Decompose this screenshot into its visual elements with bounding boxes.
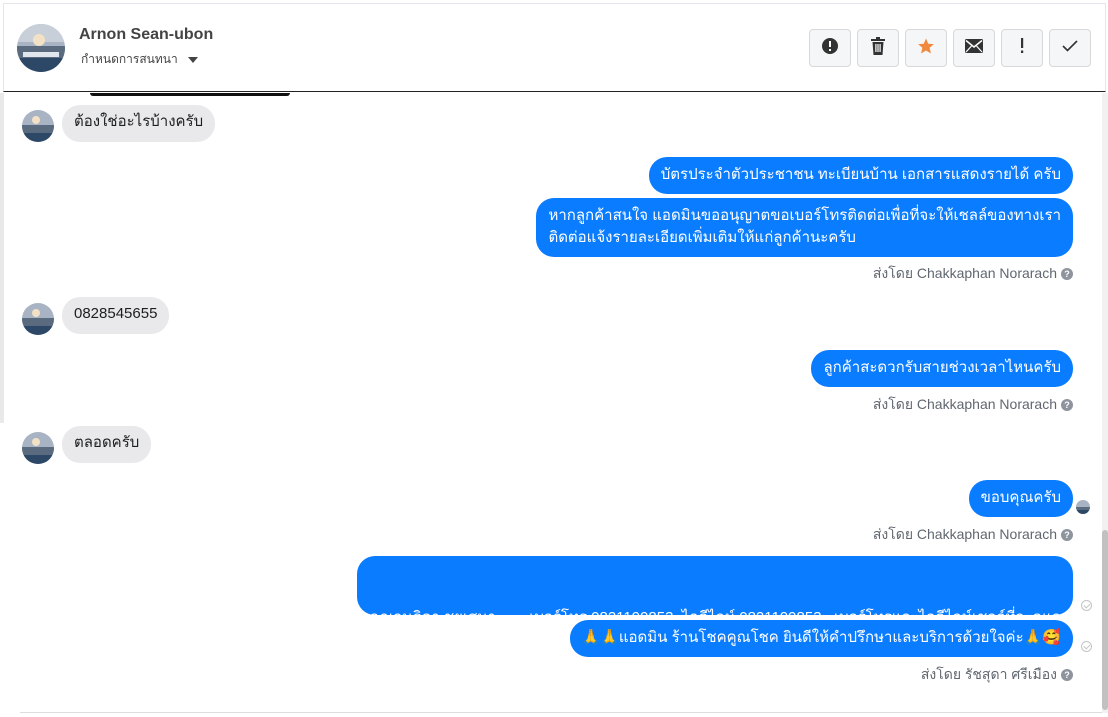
sent-by-text: ส่งโดย Chakkaphan Norarach [872, 265, 1057, 281]
delete-button[interactable] [857, 29, 899, 67]
star-icon [917, 37, 935, 60]
mark-unread-button[interactable] [953, 29, 995, 67]
incoming-message[interactable]: ต้องใช่อะไรบ้างครับ [62, 105, 216, 142]
incoming-message[interactable]: 0828545655 [62, 297, 170, 334]
sent-by-label: ส่งโดย รัชสุดา ศรีเมือง ? [921, 664, 1073, 686]
contact-name[interactable]: Arnon Sean-ubon [79, 26, 213, 44]
envelope-icon [965, 38, 983, 58]
conversation-schedule-dropdown[interactable]: กำหนดการสนทนา [81, 50, 198, 69]
alert-circle-icon [821, 37, 839, 60]
sent-by-label: ส่งโดย Chakkaphan Norarach ? [873, 263, 1073, 285]
outgoing-message[interactable]: ลูกค้าสะดวกรับสายช่วงเวลาไหนครับ [811, 350, 1073, 387]
composer-divider [20, 712, 1102, 713]
message-line: ติดต่อแจ้งรายละเอียดเพิ่มเติมให้แก่ลูกค้… [548, 229, 856, 246]
schedule-label: กำหนดการสนทนา [81, 52, 178, 66]
help-icon[interactable]: ? [1061, 268, 1073, 280]
sender-avatar[interactable] [22, 303, 54, 335]
exclamation-icon [1019, 37, 1025, 59]
outgoing-message[interactable]: ขอบคุณครับ [968, 480, 1073, 517]
delivered-check-icon [1081, 600, 1092, 611]
contact-avatar[interactable] [17, 24, 65, 72]
left-panel-edge [0, 93, 4, 423]
help-icon[interactable]: ? [1061, 669, 1073, 681]
conversation-header: Arnon Sean-ubon กำหนดการสนทนา [3, 3, 1106, 92]
message-line: หากลูกค้าสนใจ แอดมินขออนุญาตขอเบอร์โทรติ… [548, 207, 1061, 224]
mark-spam-button[interactable] [809, 29, 851, 67]
mark-done-button[interactable] [1049, 29, 1091, 67]
outgoing-message[interactable]: หากลูกค้าสนใจ แอดมินขออนุญาตขอเบอร์โทรติ… [536, 198, 1073, 257]
loaded-edge-indicator [90, 93, 290, 96]
sender-avatar[interactable] [22, 432, 54, 464]
check-icon [1062, 39, 1078, 57]
sent-by-text: ส่งโดย Chakkaphan Norarach [872, 396, 1057, 412]
sender-avatar[interactable] [22, 110, 54, 142]
action-toolbar [809, 29, 1091, 67]
sent-by-text: ส่งโดย Chakkaphan Norarach [872, 526, 1057, 542]
trash-icon [870, 36, 886, 60]
sent-by-text: ส่งโดย รัชสุดา ศรีเมือง [920, 666, 1057, 682]
delivered-check-icon [1081, 641, 1092, 652]
outgoing-message[interactable]: บัตรประจำตัวประชาชน ทะเบียนบ้าน เอกสารแส… [648, 157, 1073, 194]
outgoing-message[interactable]: คุณอนุธิดา ชุยเสนา เบอร์โทร 0821199853 ไ… [357, 556, 1073, 692]
follow-up-button[interactable] [1001, 29, 1043, 67]
incoming-message[interactable]: ตลอดครับ [62, 426, 152, 463]
outgoing-message[interactable]: 🙏🙏แอดมิน ร้านโชคคูณโชค ยินดีให้คำปรึกษาแ… [569, 620, 1073, 657]
scrollbar-thumb[interactable] [1102, 530, 1108, 710]
sent-by-label: ส่งโดย Chakkaphan Norarach ? [873, 394, 1073, 416]
sent-by-label: ส่งโดย Chakkaphan Norarach ? [873, 524, 1073, 546]
seen-avatar [1076, 500, 1090, 514]
star-button[interactable] [905, 29, 947, 67]
help-icon[interactable]: ? [1061, 529, 1073, 541]
caret-down-icon [187, 56, 198, 63]
help-icon[interactable]: ? [1061, 399, 1073, 411]
